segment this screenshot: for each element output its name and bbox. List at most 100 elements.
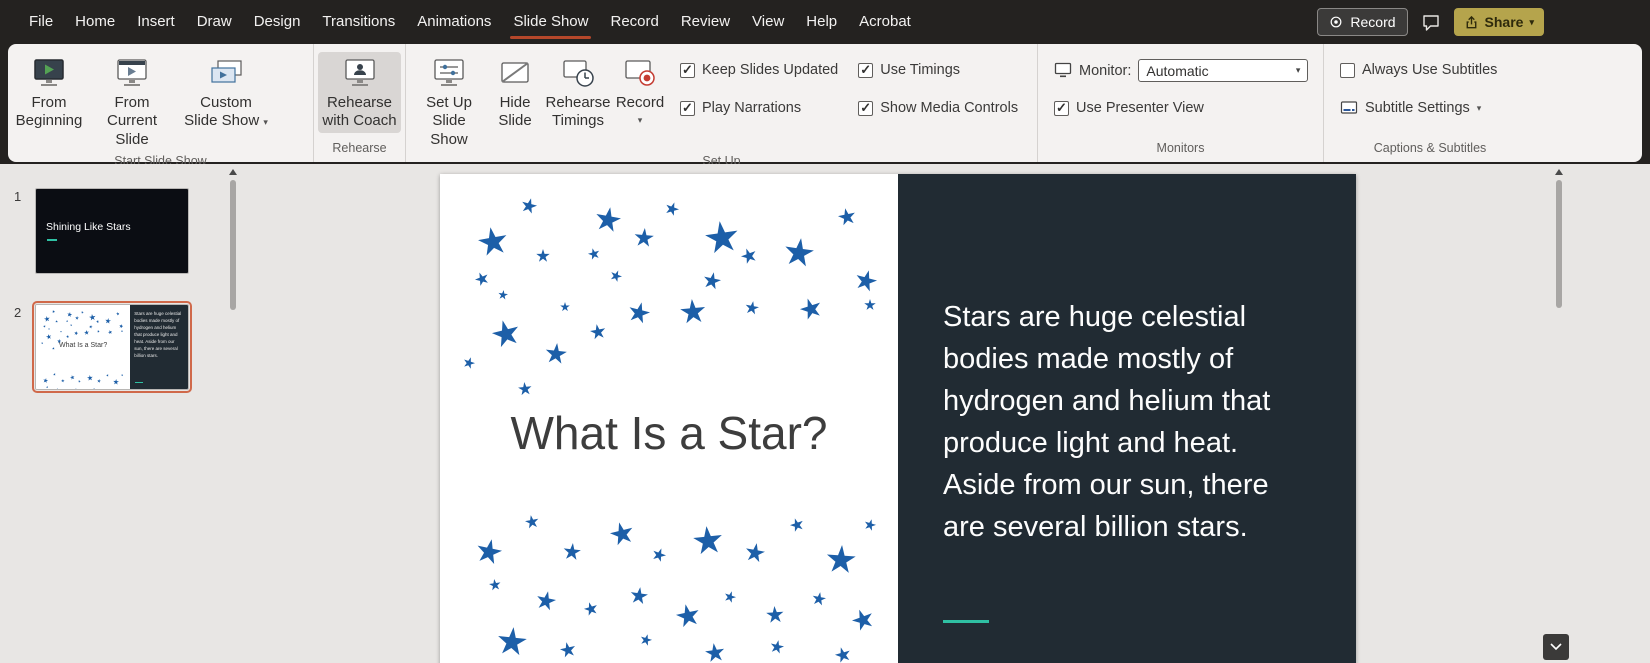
star-icon xyxy=(43,315,50,322)
from-beginning-button[interactable]: From Beginning xyxy=(12,52,86,133)
slide-editor[interactable]: What Is a Star? Stars are huge celestial… xyxy=(440,174,1356,663)
slide-body-text[interactable]: Stars are huge celestial bodies made mos… xyxy=(943,296,1297,548)
custom-slide-show-button[interactable]: Custom Slide Show ▾ xyxy=(178,52,274,133)
star-icon xyxy=(536,249,550,263)
slide-number-2: 2 xyxy=(14,304,26,390)
subtitle-settings-label: Subtitle Settings xyxy=(1365,100,1470,116)
chevron-down-icon xyxy=(1550,643,1562,651)
menu-tab-draw[interactable]: Draw xyxy=(186,0,243,44)
hide-slide-button[interactable]: Hide Slide xyxy=(488,52,542,133)
canvas-scrollbar[interactable] xyxy=(1552,164,1566,633)
use-timings-label: Use Timings xyxy=(880,62,960,78)
share-button[interactable]: Share ▾ xyxy=(1454,8,1544,36)
use-timings-checkbox[interactable]: Use Timings xyxy=(858,62,1018,78)
next-slide-button[interactable] xyxy=(1543,634,1569,660)
menu-tab-record[interactable]: Record xyxy=(599,0,669,44)
star-icon xyxy=(474,537,505,568)
monitor-select[interactable]: Automatic ▾ xyxy=(1138,59,1308,82)
menu-tab-animations[interactable]: Animations xyxy=(406,0,502,44)
star-icon xyxy=(53,373,56,376)
star-icon xyxy=(106,373,110,377)
star-icon xyxy=(81,310,85,314)
star-icon xyxy=(60,379,64,383)
star-icon xyxy=(674,602,702,630)
star-icon xyxy=(663,200,681,218)
star-icon xyxy=(701,270,722,291)
star-icon xyxy=(110,388,113,389)
keep-slides-updated-checkbox[interactable]: Keep Slides Updated xyxy=(680,62,838,78)
star-icon xyxy=(739,246,760,267)
thumbnail-scrollbar[interactable] xyxy=(226,164,240,663)
show-media-controls-checkbox[interactable]: Show Media Controls xyxy=(858,100,1018,116)
from-current-slide-button[interactable]: From Current Slide xyxy=(86,52,178,151)
menu-tab-insert[interactable]: Insert xyxy=(126,0,186,44)
thumbnail-2-title: What Is a Star? xyxy=(36,342,130,349)
star-icon xyxy=(679,298,707,326)
subtitle-settings-button[interactable]: Subtitle Settings ▾ xyxy=(1340,100,1528,116)
star-icon xyxy=(825,544,857,576)
ribbon-slide-show-tab: From Beginning From Current Slide Custom… xyxy=(8,44,1642,162)
slide-canvas: What Is a Star? Stars are huge celestial… xyxy=(240,164,1650,663)
slide-thumbnail-1[interactable]: Shining Like Stars xyxy=(35,188,189,274)
star-icon xyxy=(849,606,877,634)
rehearse-with-coach-label: Rehearse with Coach xyxy=(322,94,397,131)
workspace: 1 Shining Like Stars 2 What Is a Star? xyxy=(0,164,1650,663)
menu-tab-transitions[interactable]: Transitions xyxy=(311,0,406,44)
keep-slides-updated-label: Keep Slides Updated xyxy=(702,62,838,78)
share-icon xyxy=(1464,15,1479,30)
star-icon xyxy=(497,289,508,300)
set-up-slide-show-button[interactable]: Set Up Slide Show xyxy=(410,52,488,151)
menu-tab-view[interactable]: View xyxy=(741,0,795,44)
slide-title-text[interactable]: What Is a Star? xyxy=(440,406,898,460)
always-use-subtitles-checkbox[interactable]: Always Use Subtitles xyxy=(1340,62,1528,78)
slide-thumbnail-2[interactable]: What Is a Star? Stars are huge celestial… xyxy=(35,304,189,390)
thumbnail-row-1: 1 Shining Like Stars xyxy=(14,188,226,274)
star-icon xyxy=(67,311,73,317)
record-ribbon-button[interactable]: Record ▾ xyxy=(614,52,666,128)
star-icon xyxy=(833,645,853,663)
record-button-label: Record xyxy=(1350,14,1395,30)
menu-tab-file[interactable]: File xyxy=(18,0,64,44)
rehearse-timings-icon xyxy=(561,57,595,91)
scroll-up-arrow-icon[interactable] xyxy=(229,169,237,175)
star-icon xyxy=(769,639,786,656)
ribbon-group-monitors: Monitor: Automatic ▾ Use Presenter View … xyxy=(1038,44,1324,162)
star-icon xyxy=(115,311,119,315)
star-icon xyxy=(89,314,97,322)
menu-tab-acrobat[interactable]: Acrobat xyxy=(848,0,922,44)
record-button[interactable]: Record xyxy=(1317,8,1407,36)
group-label-monitors: Monitors xyxy=(1038,138,1323,162)
checkbox-box xyxy=(858,101,873,116)
checkbox-box xyxy=(1340,63,1355,78)
scrollbar-thumb[interactable] xyxy=(1556,180,1562,308)
slide-number-1: 1 xyxy=(14,188,26,274)
star-icon xyxy=(743,541,766,564)
play-narrations-checkbox[interactable]: Play Narrations xyxy=(680,100,838,116)
star-icon xyxy=(650,546,668,564)
menu-tab-design[interactable]: Design xyxy=(243,0,312,44)
thumbnail-2-star-half: What Is a Star? xyxy=(36,305,130,389)
menu-tab-review[interactable]: Review xyxy=(670,0,741,44)
use-presenter-view-checkbox[interactable]: Use Presenter View xyxy=(1054,100,1315,116)
menu-tab-slide-show[interactable]: Slide Show xyxy=(502,0,599,44)
star-icon xyxy=(722,589,737,604)
scroll-up-arrow-icon[interactable] xyxy=(1555,169,1563,175)
checkbox-box xyxy=(680,63,695,78)
ribbon-group-rehearse: Rehearse with Coach Rehearse xyxy=(314,44,406,162)
star-icon xyxy=(517,381,532,396)
record-dot-icon xyxy=(1329,15,1343,29)
star-icon xyxy=(782,236,816,270)
rehearse-with-coach-button[interactable]: Rehearse with Coach xyxy=(318,52,401,133)
star-icon xyxy=(559,641,578,660)
star-icon xyxy=(496,626,529,659)
rehearse-with-coach-icon xyxy=(343,57,377,91)
rehearse-timings-button[interactable]: Rehearse Timings xyxy=(542,52,614,133)
star-icon xyxy=(692,525,725,558)
comment-icon xyxy=(1421,13,1441,32)
menu-tab-help[interactable]: Help xyxy=(795,0,848,44)
comments-button[interactable] xyxy=(1421,13,1441,32)
ribbon-group-start-slide-show: From Beginning From Current Slide Custom… xyxy=(8,44,314,162)
menu-tab-home[interactable]: Home xyxy=(64,0,126,44)
scrollbar-thumb[interactable] xyxy=(230,180,236,310)
star-icon xyxy=(84,330,90,336)
